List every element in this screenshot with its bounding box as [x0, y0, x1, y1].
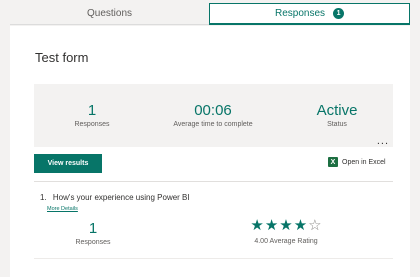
status-stat: Active Status — [282, 102, 392, 128]
tab-questions-label: Questions — [86, 8, 133, 19]
question-number: 1. — [40, 193, 47, 202]
responses-card: Test form 1 Responses 00:06 Average time… — [10, 26, 410, 277]
more-details-link[interactable]: More Details — [47, 206, 78, 212]
question-responses: 1 Responses — [68, 220, 118, 246]
divider — [34, 258, 393, 259]
excel-icon: X — [328, 157, 338, 167]
tab-responses[interactable]: Responses 1 — [209, 3, 410, 25]
star-empty-icon: ☆ — [308, 217, 322, 234]
tab-questions[interactable]: Questions — [10, 3, 209, 25]
star-filled-icon: ★ — [264, 217, 279, 234]
star-filled-icon: ★ — [250, 217, 264, 234]
question-title: 1. How's your experience using Power BI — [40, 193, 190, 202]
open-in-excel-link[interactable]: X Open in Excel — [328, 157, 386, 167]
rating-summary: ★ ★ ★ ★ ☆ 4.00 Average Rating — [246, 218, 326, 246]
question-responses-label: Responses — [75, 239, 111, 246]
more-options-icon[interactable]: ... — [377, 136, 389, 147]
responses-stat: 1 Responses — [37, 102, 147, 128]
average-time-stat: 00:06 Average time to complete — [158, 102, 268, 128]
open-in-excel-label: Open in Excel — [342, 158, 386, 166]
question-responses-count: 1 — [88, 220, 98, 237]
responses-count-badge: 1 — [333, 8, 345, 19]
tab-bar: Questions Responses 1 — [10, 3, 410, 25]
responses-label: Responses — [74, 121, 110, 128]
view-results-button[interactable]: View results — [34, 154, 102, 173]
star-filled-icon: ★ — [293, 217, 308, 234]
summary-panel: 1 Responses 00:06 Average time to comple… — [34, 84, 393, 147]
rating-stars: ★ ★ ★ ★ ☆ — [246, 218, 326, 234]
star-filled-icon: ★ — [279, 217, 293, 234]
status-label: Status — [327, 121, 347, 128]
form-title: Test form — [35, 50, 89, 65]
divider — [34, 181, 393, 182]
average-time-label: Average time to complete — [173, 121, 253, 128]
average-time-value: 00:06 — [194, 102, 232, 119]
average-rating-label: 4.00 Average Rating — [254, 238, 318, 245]
question-text: How's your experience using Power BI — [52, 193, 190, 202]
responses-count: 1 — [87, 102, 97, 119]
tab-responses-label: Responses — [274, 8, 326, 19]
status-value: Active — [316, 102, 358, 119]
